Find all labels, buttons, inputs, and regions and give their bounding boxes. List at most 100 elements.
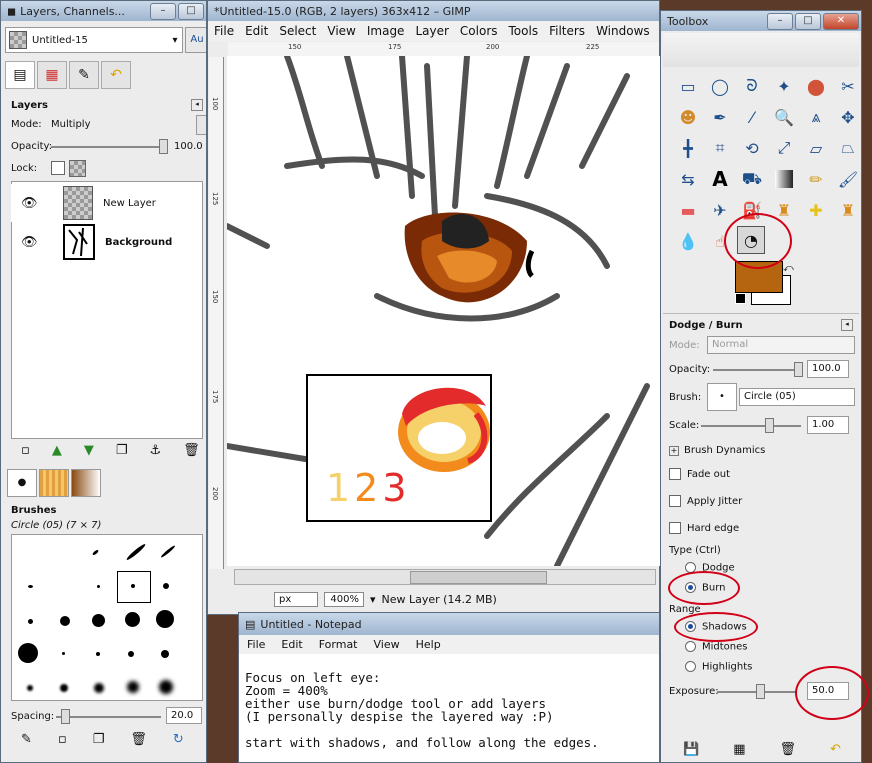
minimize-button[interactable]: – [150, 2, 176, 20]
image-canvas[interactable]: 123 [227, 56, 660, 566]
panel-menu-icon[interactable]: ◂ [191, 99, 203, 111]
color-picker-icon[interactable]: ⁄ [737, 102, 767, 132]
gradients-tab-icon[interactable] [71, 469, 101, 497]
duplicate-brush-icon[interactable]: ❐ [93, 732, 105, 747]
perspective-clone-icon[interactable]: ♜ [833, 195, 861, 225]
align-icon[interactable]: ╋ [673, 133, 703, 163]
brush-dot[interactable] [97, 585, 100, 588]
move-icon[interactable]: ✥ [833, 102, 861, 132]
apply-jitter-checkbox[interactable] [669, 495, 681, 507]
zoom-selector[interactable]: 400% [324, 591, 364, 607]
channels-tab-icon[interactable]: ▦ [37, 61, 67, 89]
notepad-titlebar[interactable]: ▤ Untitled - Notepad [239, 613, 659, 635]
blur-icon[interactable]: 💧 [673, 226, 703, 256]
lock-alpha-icon[interactable] [69, 160, 86, 177]
opacity-slider-handle[interactable] [159, 139, 168, 154]
eye-icon[interactable]: 👁 [21, 235, 38, 250]
measure-icon[interactable]: ⩓ [801, 102, 831, 132]
brush-dot[interactable] [92, 614, 105, 627]
blend-icon[interactable] [775, 170, 793, 188]
notepad-menu-format[interactable]: Format [319, 638, 358, 651]
brush-dot[interactable] [96, 652, 100, 656]
eraser-icon[interactable]: ▬ [673, 195, 703, 225]
range-highlights-radio[interactable] [685, 661, 696, 672]
layer-row-new-layer[interactable]: 👁 New Layer [11, 184, 201, 222]
scale-icon[interactable]: ⤢ [769, 133, 799, 163]
mode-dropdown[interactable]: Normal [707, 336, 855, 354]
apply-jitter-option[interactable]: Apply Jitter [669, 495, 742, 507]
spacing-slider[interactable] [56, 716, 161, 718]
chevron-down-icon[interactable]: ▾ [168, 35, 182, 46]
opacity-slider[interactable] [51, 146, 166, 148]
delete-options-icon[interactable]: 🗑 [779, 742, 796, 757]
scissors-icon[interactable]: ✂ [833, 71, 861, 101]
lock-pixels-checkbox[interactable] [51, 161, 65, 175]
foreground-select-icon[interactable]: ☻ [673, 102, 703, 132]
brush-dot[interactable] [159, 680, 173, 694]
brush-dot[interactable] [125, 612, 140, 627]
maximize-button[interactable]: □ [178, 2, 204, 20]
auto-button[interactable]: Au [185, 27, 206, 53]
brush-dot[interactable] [28, 619, 33, 624]
delete-layer-icon[interactable]: 🗑 [183, 443, 200, 458]
ellipse-select-icon[interactable]: ◯ [705, 71, 735, 101]
perspective-icon[interactable]: ⏢ [833, 133, 861, 163]
bucket-fill-icon[interactable]: ⛟ [737, 164, 767, 194]
undo-tab-icon[interactable]: ↶ [101, 61, 131, 89]
range-midtones-option[interactable]: Midtones [685, 641, 748, 653]
pencil-icon[interactable]: ✏ [801, 164, 831, 194]
zoom-icon[interactable]: 🔍 [769, 102, 799, 132]
scrollbar-thumb[interactable] [410, 571, 547, 584]
reset-options-icon[interactable]: ↶ [830, 742, 841, 757]
brush-dot[interactable] [156, 610, 174, 628]
image-titlebar[interactable]: *Untitled-15.0 (RGB, 2 layers) 363x412 –… [208, 1, 659, 21]
unit-selector[interactable]: px [274, 591, 318, 607]
anchor-layer-icon[interactable]: ⚓ [149, 443, 161, 458]
brush-grid[interactable] [11, 534, 203, 701]
save-options-icon[interactable]: 💾 [683, 742, 699, 757]
brush-dot[interactable] [163, 583, 169, 589]
brush-dot[interactable] [161, 650, 169, 658]
new-brush-icon[interactable]: ▫ [58, 732, 67, 747]
opacity-value[interactable]: 100.0 [174, 141, 203, 152]
image-selector[interactable]: Untitled-15 ▾ [5, 27, 183, 53]
menu-filters[interactable]: Filters [549, 24, 585, 38]
opacity-slider-handle[interactable] [794, 362, 803, 377]
notepad-menu-view[interactable]: View [374, 638, 400, 651]
restore-options-icon[interactable]: ▦ [733, 742, 745, 757]
menu-select[interactable]: Select [279, 24, 316, 38]
flip-icon[interactable]: ⇆ [673, 164, 703, 194]
opacity-value[interactable]: 100.0 [807, 360, 849, 378]
brush-name-field[interactable]: Circle (05) [739, 388, 855, 406]
duplicate-layer-icon[interactable]: ❐ [116, 443, 128, 458]
layer-name[interactable]: Background [105, 237, 172, 248]
expander-icon[interactable]: + [669, 446, 679, 456]
brush-dot[interactable] [125, 542, 147, 562]
new-layer-icon[interactable]: ▫ [21, 443, 30, 458]
menu-edit[interactable]: Edit [245, 24, 268, 38]
fade-out-option[interactable]: Fade out [669, 468, 730, 480]
paths-tab-icon[interactable]: ✎ [69, 61, 99, 89]
notepad-menu-edit[interactable]: Edit [281, 638, 302, 651]
spacing-slider-handle[interactable] [61, 709, 70, 724]
maximize-button[interactable]: □ [795, 12, 821, 30]
brush-dynamics-expander[interactable]: + Brush Dynamics [669, 445, 765, 456]
layers-titlebar[interactable]: ◼ Layers, Channels... – □ [1, 1, 206, 21]
mode-dropdown[interactable] [196, 115, 206, 135]
rect-select-icon[interactable]: ▭ [673, 71, 703, 101]
brushes-tab-icon[interactable]: ● [7, 469, 37, 497]
layer-name[interactable]: New Layer [103, 198, 156, 209]
scale-value[interactable]: 1.00 [807, 416, 849, 434]
brush-dot[interactable] [131, 584, 135, 588]
menu-file[interactable]: File [214, 24, 234, 38]
swap-colors-icon[interactable]: ⤺ [783, 263, 794, 274]
menu-view[interactable]: View [327, 24, 355, 38]
brush-dot[interactable] [160, 544, 176, 559]
brush-dot[interactable] [18, 643, 38, 663]
notepad-menu-help[interactable]: Help [416, 638, 441, 651]
default-colors-icon[interactable] [735, 293, 746, 304]
hard-edge-option[interactable]: Hard edge [669, 522, 739, 534]
crop-icon[interactable]: ⌗ [705, 133, 735, 163]
panel-menu-icon[interactable]: ◂ [841, 319, 853, 331]
airbrush-icon[interactable]: ✈ [705, 195, 735, 225]
